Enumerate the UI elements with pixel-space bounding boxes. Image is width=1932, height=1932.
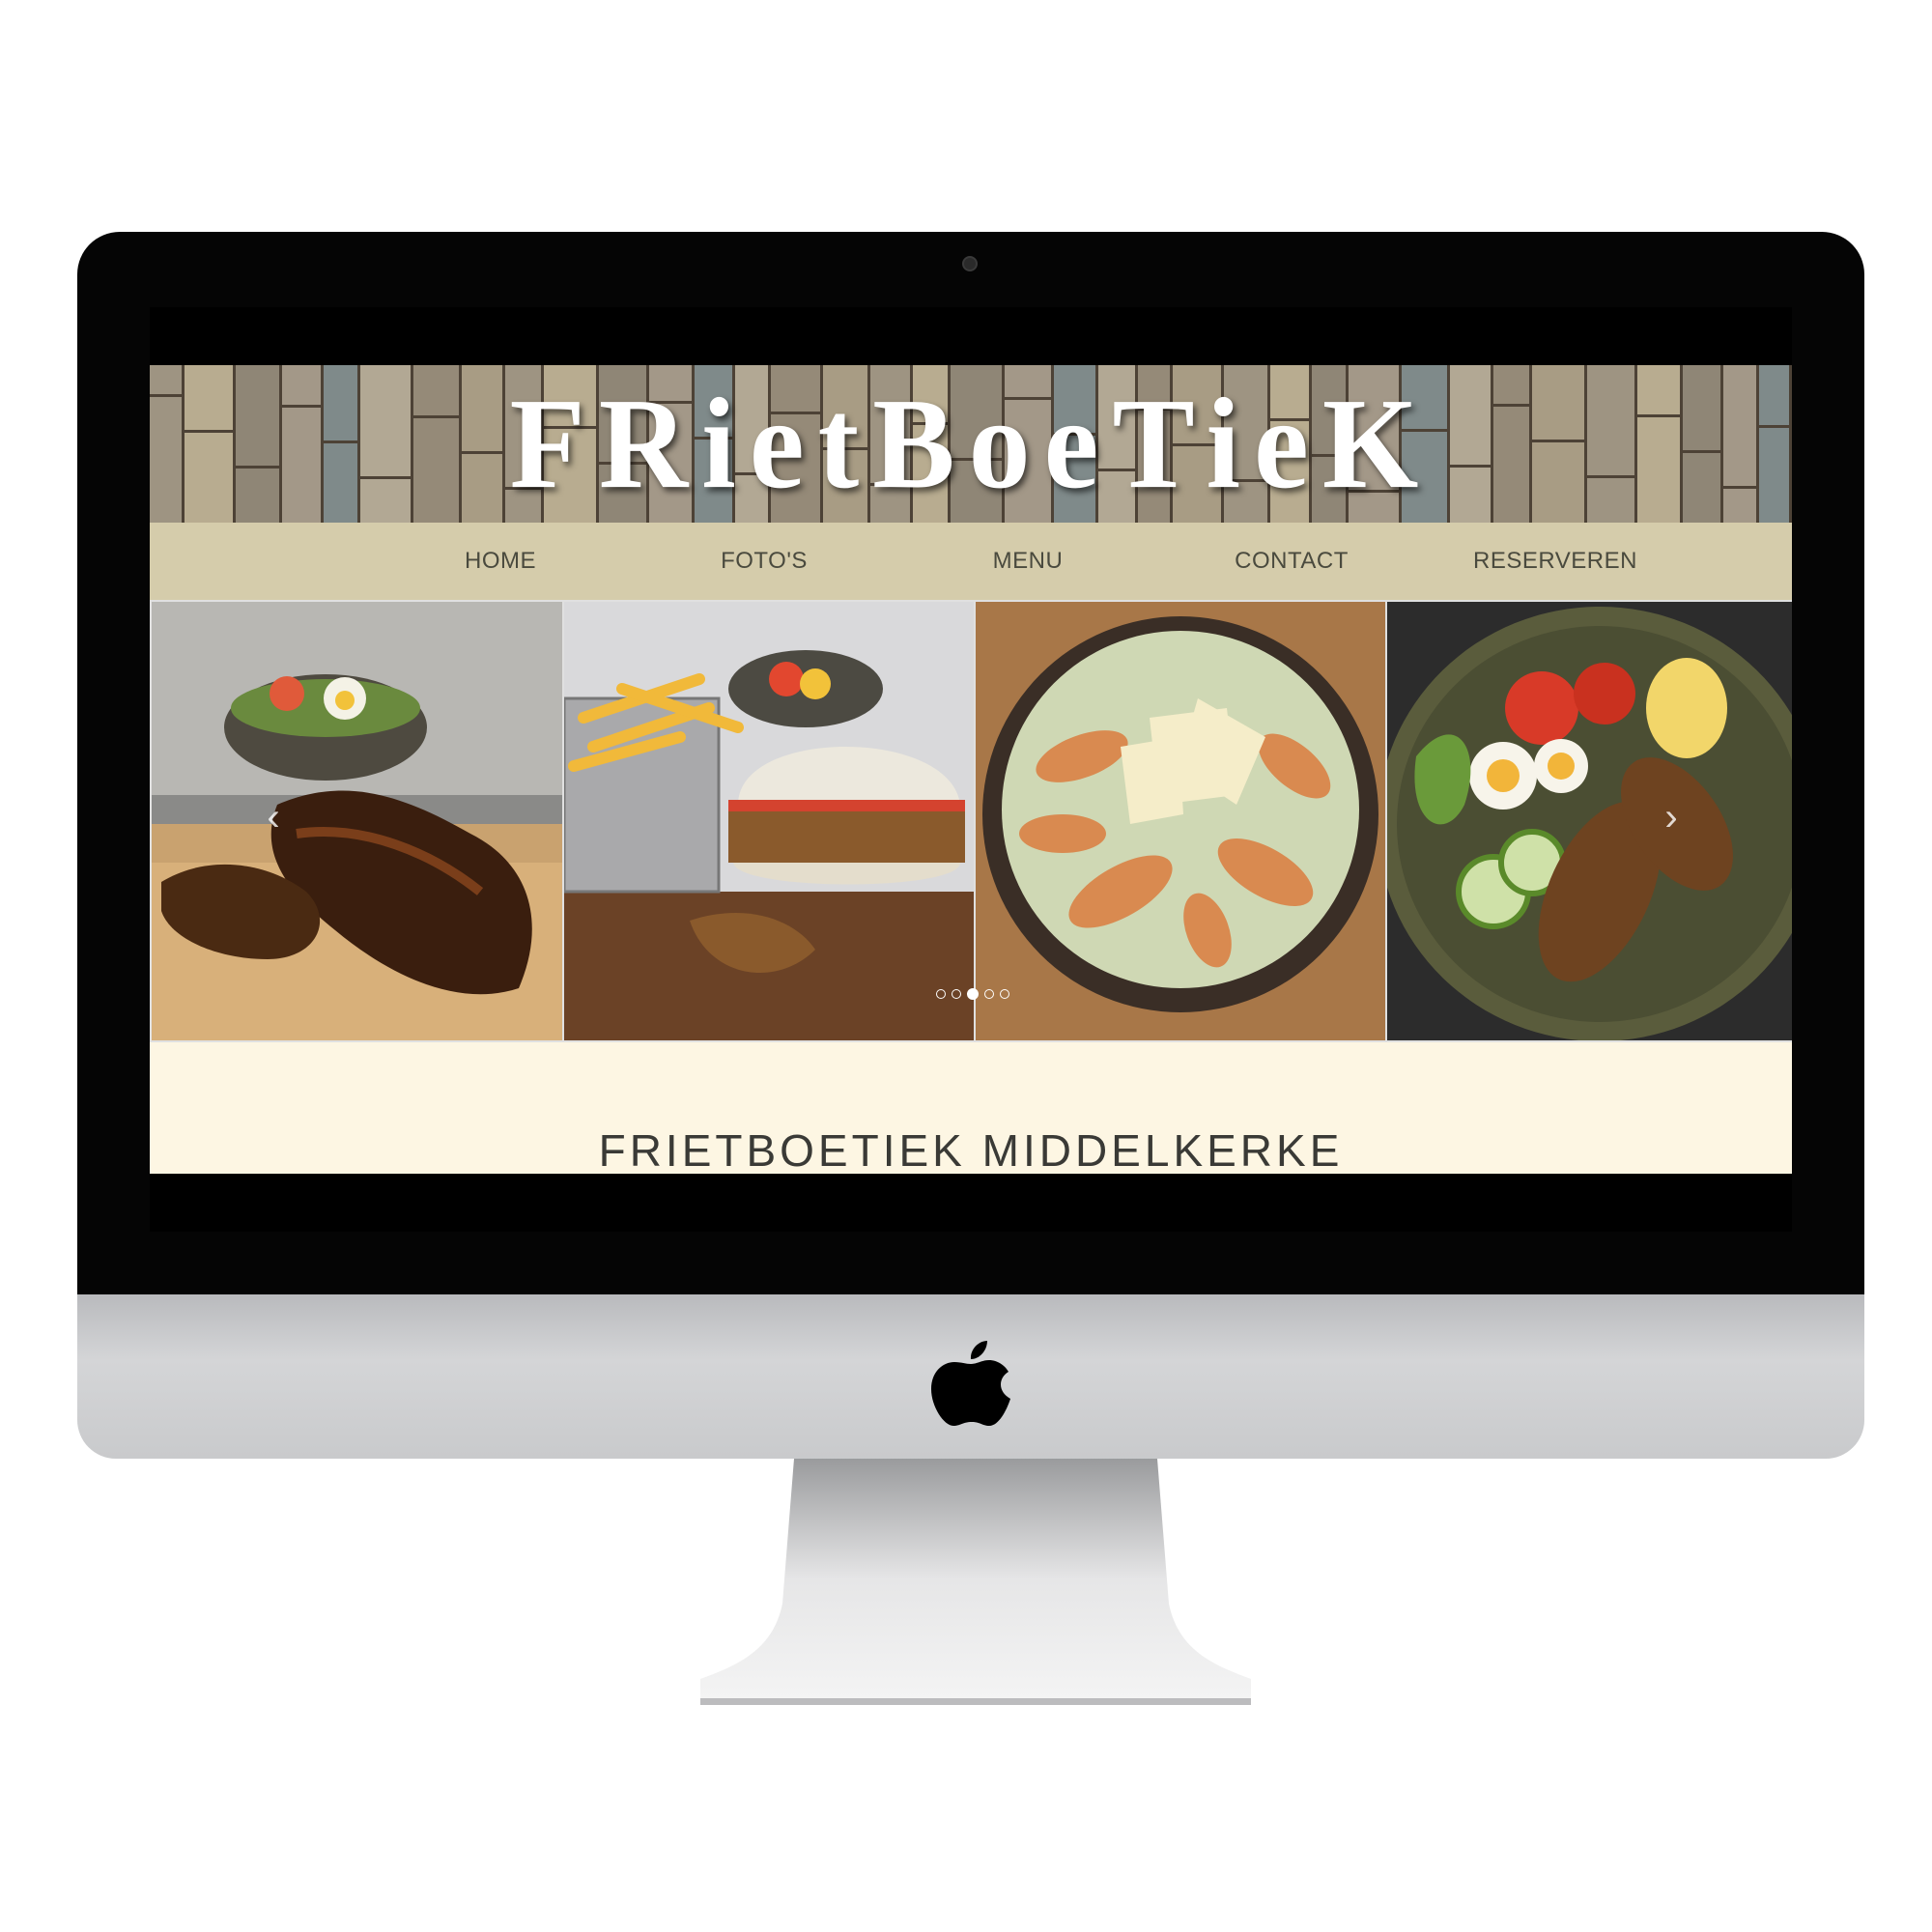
apple-logo-icon	[931, 1341, 1010, 1426]
carousel-dot-active[interactable]	[967, 988, 979, 1000]
chevron-left-icon[interactable]: ‹	[254, 793, 293, 841]
header-banner: FRietBoeTieK	[150, 365, 1792, 523]
chicken-salad-photo	[976, 602, 1385, 1040]
webcam-icon	[962, 256, 978, 271]
nav-item-menu[interactable]: MENU	[931, 523, 1124, 600]
carousel-dot[interactable]	[1000, 989, 1009, 999]
carousel-dot[interactable]	[952, 989, 961, 999]
nav-item-reserveren[interactable]: RESERVEREN	[1459, 523, 1652, 600]
main-navigation: HOME FOTO'S MENU CONTACT RESERVEREN	[150, 523, 1792, 600]
nav-item-home[interactable]: HOME	[404, 523, 597, 600]
site-logo[interactable]: FRietBoeTieK	[150, 365, 1792, 523]
carousel-dot[interactable]	[984, 989, 994, 999]
carousel-dot[interactable]	[936, 989, 946, 999]
page-title: FRIETBOETIEK MIDDELKERKE	[598, 1125, 1344, 1176]
image-carousel[interactable]: ‹ ›	[150, 600, 1792, 1042]
croquette-salad-photo	[1387, 602, 1792, 1040]
imac-stand	[700, 1459, 1251, 1705]
chevron-right-icon[interactable]: ›	[1652, 793, 1690, 841]
nav-item-contact[interactable]: CONTACT	[1195, 523, 1388, 600]
spare-ribs-photo	[152, 602, 562, 1040]
burger-fries-photo	[564, 602, 974, 1040]
screen: FRietBoeTieK HOME FOTO'S MENU CONTACT RE…	[150, 307, 1792, 1232]
nav-item-fotos[interactable]: FOTO'S	[668, 523, 861, 600]
content-section: FRIETBOETIEK MIDDELKERKE	[150, 1042, 1792, 1176]
carousel-indicators	[936, 988, 1009, 1003]
